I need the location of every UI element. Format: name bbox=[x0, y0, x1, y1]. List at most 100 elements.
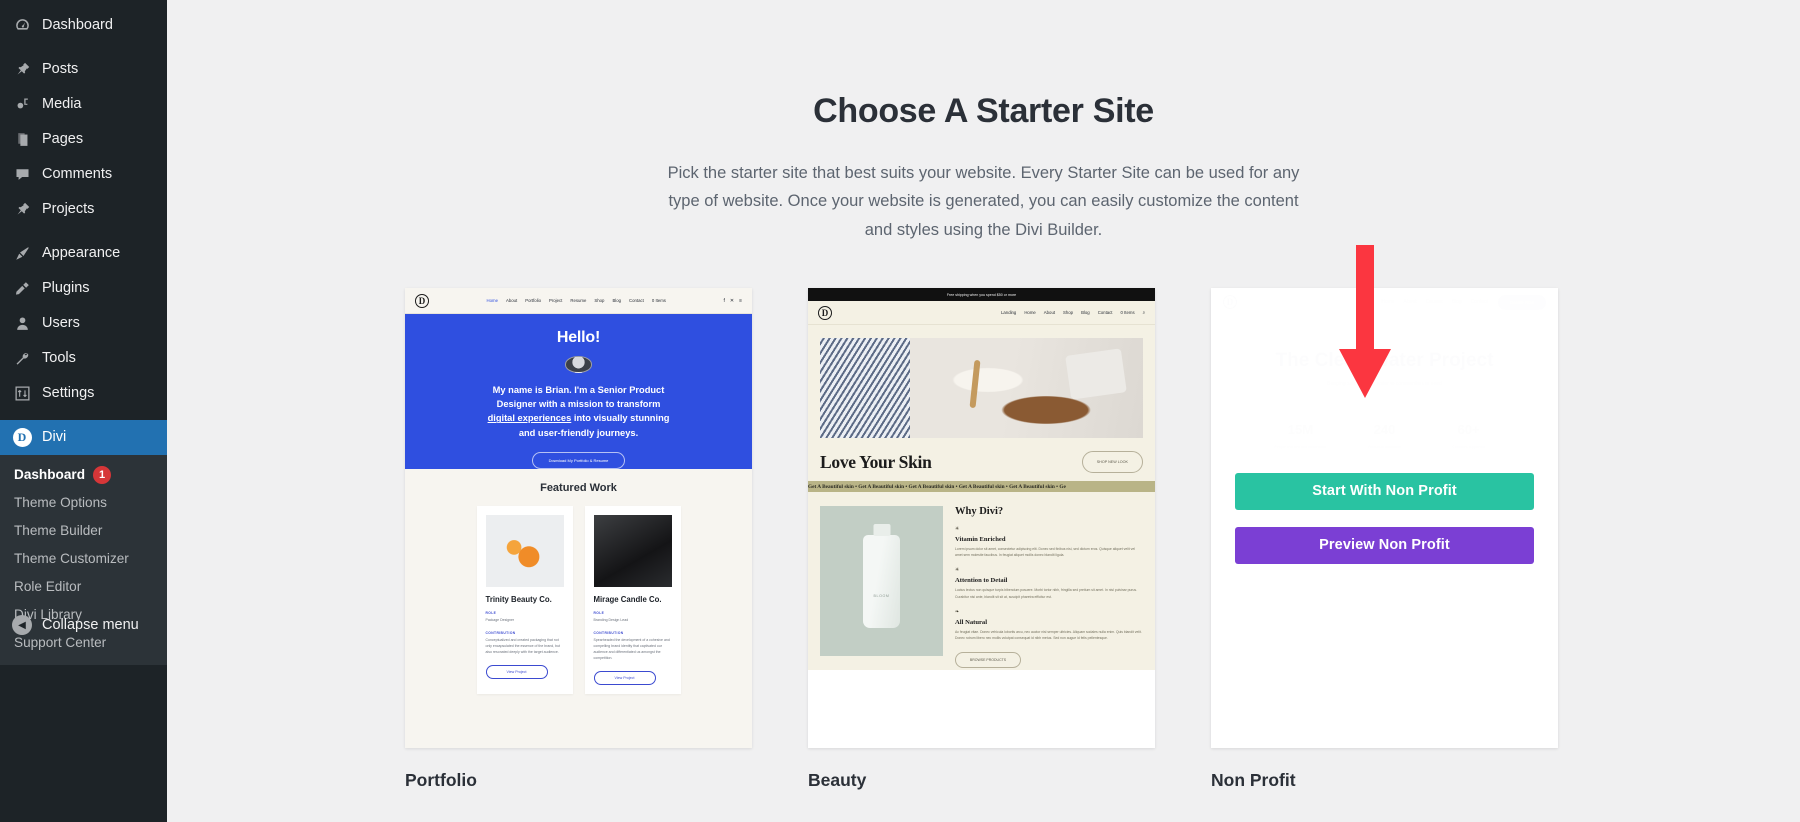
spoon-shape bbox=[969, 359, 981, 409]
starter-site-label: Portfolio bbox=[405, 770, 477, 791]
work-image bbox=[485, 515, 564, 588]
starter-site-picker: Choose A Starter Site Pick the starter s… bbox=[167, 0, 1800, 822]
bottle-shape: BLOOM bbox=[863, 534, 900, 628]
twitter-icon: ✕ bbox=[729, 297, 735, 304]
sidebar-item-label: Tools bbox=[42, 350, 76, 366]
work-image bbox=[593, 515, 672, 588]
feature-body: Lorem ipsum dolor sit amet, consectetur … bbox=[955, 547, 1135, 558]
portfolio-hero-heading: Hello! bbox=[556, 329, 601, 347]
sidebar-item-label: Settings bbox=[42, 385, 95, 401]
preview-non-profit-button[interactable]: Preview Non Profit bbox=[1235, 526, 1534, 564]
leaf-icon: ❧ bbox=[955, 608, 960, 615]
sidebar-item-label: Posts bbox=[42, 61, 79, 77]
work-contribution-label: CONTRIBUTION bbox=[485, 631, 516, 636]
nav-link: Blog bbox=[1081, 310, 1090, 316]
sidebar-item-plugins[interactable]: Plugins bbox=[0, 271, 167, 306]
sidebar-item-projects[interactable]: Projects bbox=[0, 192, 167, 227]
beauty-hero-title: Love Your Skin bbox=[820, 451, 932, 472]
work-contribution: Spearheaded the development of a cohesiv… bbox=[593, 638, 670, 660]
beauty-mock-topbar: Free shipping when you spend $50 or more bbox=[808, 288, 1155, 302]
work-role-label: ROLE bbox=[485, 611, 497, 616]
sidebar-item-comments[interactable]: Comments bbox=[0, 157, 167, 192]
sidebar-item-divi[interactable]: D Divi bbox=[0, 420, 167, 455]
feature-body: Luctus lectus non quisque turpis bibendu… bbox=[955, 588, 1138, 599]
sidebar-item-posts[interactable]: Posts bbox=[0, 52, 167, 87]
cart-count: 0 Items bbox=[1120, 310, 1135, 316]
nav-link: Project bbox=[549, 298, 563, 304]
work-card: Trinity Beauty Co. ROLE Package Designer… bbox=[476, 506, 573, 694]
browse-products-button: BROWSE PRODUCTS bbox=[955, 651, 1021, 668]
non-profit-hover-overlay: Start With Non Profit Preview Non Profit bbox=[1211, 288, 1558, 749]
sidebar-item-media[interactable]: Media bbox=[0, 87, 167, 122]
hero-copy-line: Designer with a mission to transform bbox=[496, 398, 661, 409]
featured-work-title: Featured Work bbox=[540, 482, 617, 495]
sidebar-item-label: Appearance bbox=[42, 245, 121, 261]
menu-icon: ≡ bbox=[739, 297, 742, 304]
sidebar-item-label: Pages bbox=[42, 131, 84, 147]
feature-heading: Attention to Detail bbox=[955, 577, 1008, 585]
starter-site-card-portfolio[interactable]: D Home About Portfolio Project Resume Sh… bbox=[405, 288, 752, 791]
sidebar-item-pages[interactable]: Pages bbox=[0, 122, 167, 157]
search-icon: ⌕ bbox=[1142, 310, 1145, 316]
nav-link: Resume bbox=[570, 298, 587, 304]
beauty-product-image: BLOOM bbox=[820, 506, 943, 657]
pages-icon bbox=[12, 130, 32, 150]
beauty-mock-hero: Love Your Skin SHOP NEW LOOK bbox=[808, 325, 1155, 482]
sidebar-item-label: Projects bbox=[42, 201, 95, 217]
sidebar-divider bbox=[0, 411, 167, 420]
cart-count: 0 Items bbox=[651, 298, 666, 304]
submenu-item-dashboard[interactable]: Dashboard 1 bbox=[0, 461, 167, 489]
collapse-menu-button[interactable]: ◀ Collapse menu bbox=[0, 608, 167, 642]
wp-admin-sidebar: Dashboard Posts Media Pages Comments Pro… bbox=[0, 0, 167, 822]
nav-link: Blog bbox=[612, 298, 622, 304]
sidebar-item-appearance[interactable]: Appearance bbox=[0, 236, 167, 271]
work-name: Mirage Candle Co. bbox=[593, 595, 662, 605]
work-name: Trinity Beauty Co. bbox=[485, 595, 552, 605]
divi-logo-icon: D bbox=[818, 305, 832, 320]
sidebar-item-label: Plugins bbox=[42, 280, 90, 296]
start-with-non-profit-button[interactable]: Start With Non Profit bbox=[1235, 472, 1534, 510]
collapse-menu-label: Collapse menu bbox=[42, 617, 139, 633]
update-count-badge: 1 bbox=[93, 466, 112, 484]
submenu-item-label: Theme Builder bbox=[14, 523, 103, 538]
page-description: Pick the starter site that best suits yo… bbox=[667, 164, 1300, 239]
submenu-item-label: Theme Options bbox=[14, 495, 107, 510]
submenu-item-theme-builder[interactable]: Theme Builder bbox=[0, 517, 167, 545]
starter-site-card-beauty[interactable]: Free shipping when you spend $50 or more… bbox=[808, 288, 1155, 791]
portfolio-mock-social: f ✕ ≡ bbox=[723, 298, 742, 304]
nav-link: Landing bbox=[1001, 310, 1017, 316]
submenu-item-role-editor[interactable]: Role Editor bbox=[0, 573, 167, 601]
hero-copy-line: into visually stunning bbox=[571, 413, 670, 424]
why-divi-title: Why Divi? bbox=[955, 506, 1004, 518]
sidebar-item-users[interactable]: Users bbox=[0, 306, 167, 341]
nav-link: About bbox=[506, 298, 518, 304]
submenu-item-theme-options[interactable]: Theme Options bbox=[0, 489, 167, 517]
nav-link: About bbox=[1043, 310, 1056, 316]
sidebar-item-dashboard[interactable]: Dashboard bbox=[0, 8, 167, 43]
work-role-label: ROLE bbox=[593, 611, 605, 616]
divi-mark: D bbox=[12, 428, 32, 447]
comment-icon bbox=[12, 165, 32, 185]
pin-icon bbox=[12, 60, 32, 80]
hero-copy-line: My name is Brian. I'm a Senior Product bbox=[492, 384, 665, 395]
work-card: Mirage Candle Co. ROLE Branding Design L… bbox=[584, 506, 681, 694]
work-role: Package Designer bbox=[485, 618, 515, 623]
nav-link: Shop bbox=[594, 298, 605, 304]
submenu-item-theme-customizer[interactable]: Theme Customizer bbox=[0, 545, 167, 573]
portfolio-hero-button: Download My Portfolio & Resume bbox=[531, 452, 626, 470]
sidebar-item-label: Media bbox=[42, 96, 82, 112]
work-role: Branding Design Lead bbox=[593, 618, 629, 623]
portfolio-hero-copy: My name is Brian. I'm a Senior Product D… bbox=[488, 383, 670, 441]
sidebar-item-tools[interactable]: Tools bbox=[0, 341, 167, 376]
sidebar-item-settings[interactable]: Settings bbox=[0, 376, 167, 411]
portfolio-preview-thumbnail: D Home About Portfolio Project Resume Sh… bbox=[405, 288, 752, 749]
starter-site-card-non-profit[interactable]: D Home About Causes Blog Contact Donate … bbox=[1211, 288, 1558, 791]
wrench-icon bbox=[12, 349, 32, 369]
nav-link: Home bbox=[1024, 310, 1036, 316]
hero-copy-link: digital experiences bbox=[487, 413, 572, 424]
submenu-item-label: Theme Customizer bbox=[14, 551, 129, 566]
portfolio-mock-hero: Hello! My name is Brian. I'm a Senior Pr… bbox=[405, 314, 752, 470]
beauty-feature-list: Why Divi? ✳ Vitamin Enriched Lorem ipsum… bbox=[955, 506, 1143, 668]
feature-body: Ac feugiat vitae. Donec vehicula loborti… bbox=[955, 629, 1142, 640]
feature-heading: Vitamin Enriched bbox=[955, 536, 1006, 544]
